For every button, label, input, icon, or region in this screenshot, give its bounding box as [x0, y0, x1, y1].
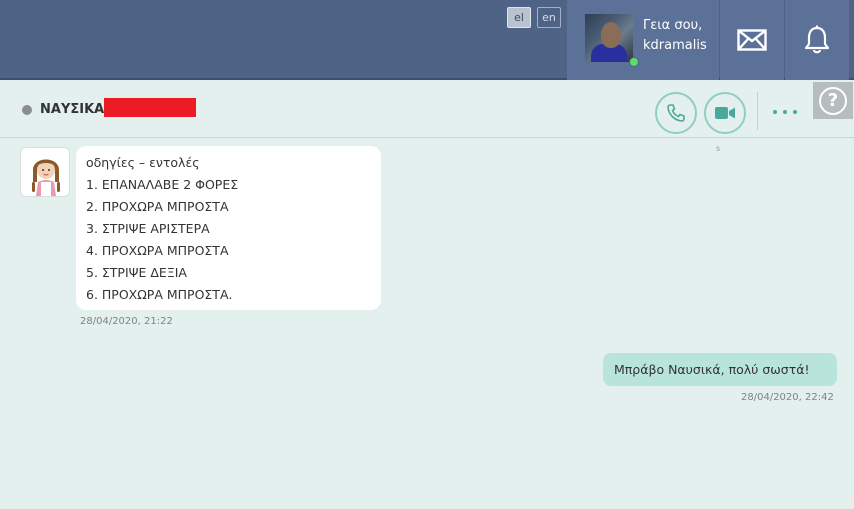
incoming-message-timestamp: 28/04/2020, 21:22 — [80, 316, 173, 327]
outgoing-message-bubble: Μπράβο Ναυσικά, πολύ σωστά! — [603, 353, 837, 386]
message-line: 1. ΕΠΑΝΑΛΑΒΕ 2 ΦΟΡΕΣ — [86, 177, 239, 192]
more-options-button[interactable] — [773, 102, 797, 122]
help-button[interactable]: ? — [813, 82, 853, 119]
header-divider — [757, 92, 758, 130]
message-line: 2. ΠΡΟΧΩΡΑ ΜΠΡΟΣΤΑ — [86, 199, 229, 214]
contact-name: ΝΑΥΣΙΚΑ — [40, 102, 105, 117]
chat-header: ΝΑΥΣΙΚΑ s ? — [0, 82, 854, 153]
voice-call-button[interactable] — [655, 92, 697, 134]
user-greeting: Γεια σου, kdramalis — [643, 16, 707, 56]
user-profile[interactable]: Γεια σου, kdramalis — [567, 0, 719, 80]
redacted-surname — [104, 98, 196, 117]
help-icon: ? — [819, 86, 847, 115]
more-dots-icon — [773, 110, 777, 114]
message-line: 4. ΠΡΟΧΩΡΑ ΜΠΡΟΣΤΑ — [86, 243, 229, 258]
bell-icon — [804, 25, 830, 54]
language-el-button[interactable]: el — [507, 7, 531, 28]
message-line: 6. ΠΡΟΧΩΡΑ ΜΠΡΟΣΤΑ. — [86, 287, 233, 302]
language-en-button[interactable]: en — [537, 7, 561, 28]
messages-button[interactable] — [720, 0, 784, 80]
outgoing-message-timestamp: 28/04/2020, 22:42 — [741, 392, 834, 403]
mail-icon — [737, 29, 767, 51]
top-bar: el en Γεια σου, kdramalis — [0, 0, 854, 80]
video-hint: s — [716, 144, 721, 153]
video-camera-icon — [715, 107, 735, 119]
incoming-message-bubble: οδηγίες – εντολές 1. ΕΠΑΝΑΛΑΒΕ 2 ΦΟΡΕΣ 2… — [76, 146, 381, 310]
video-call-button[interactable] — [704, 92, 746, 134]
online-status-dot — [629, 57, 639, 67]
contact-status-dot — [22, 105, 32, 115]
avatar[interactable] — [585, 14, 633, 62]
contact-avatar — [20, 147, 70, 197]
girl-avatar-icon — [21, 148, 69, 196]
phone-icon — [667, 104, 685, 122]
greeting-text: Γεια σου, — [643, 18, 703, 33]
message-line: 3. ΣΤΡΙΨΕ ΑΡΙΣΤΕΡΑ — [86, 221, 210, 236]
message-line: οδηγίες – εντολές — [86, 155, 200, 170]
notifications-button[interactable] — [785, 0, 849, 80]
username: kdramalis — [643, 38, 707, 53]
message-line: 5. ΣΤΡΙΨΕ ΔΕΞΙΑ — [86, 265, 187, 280]
